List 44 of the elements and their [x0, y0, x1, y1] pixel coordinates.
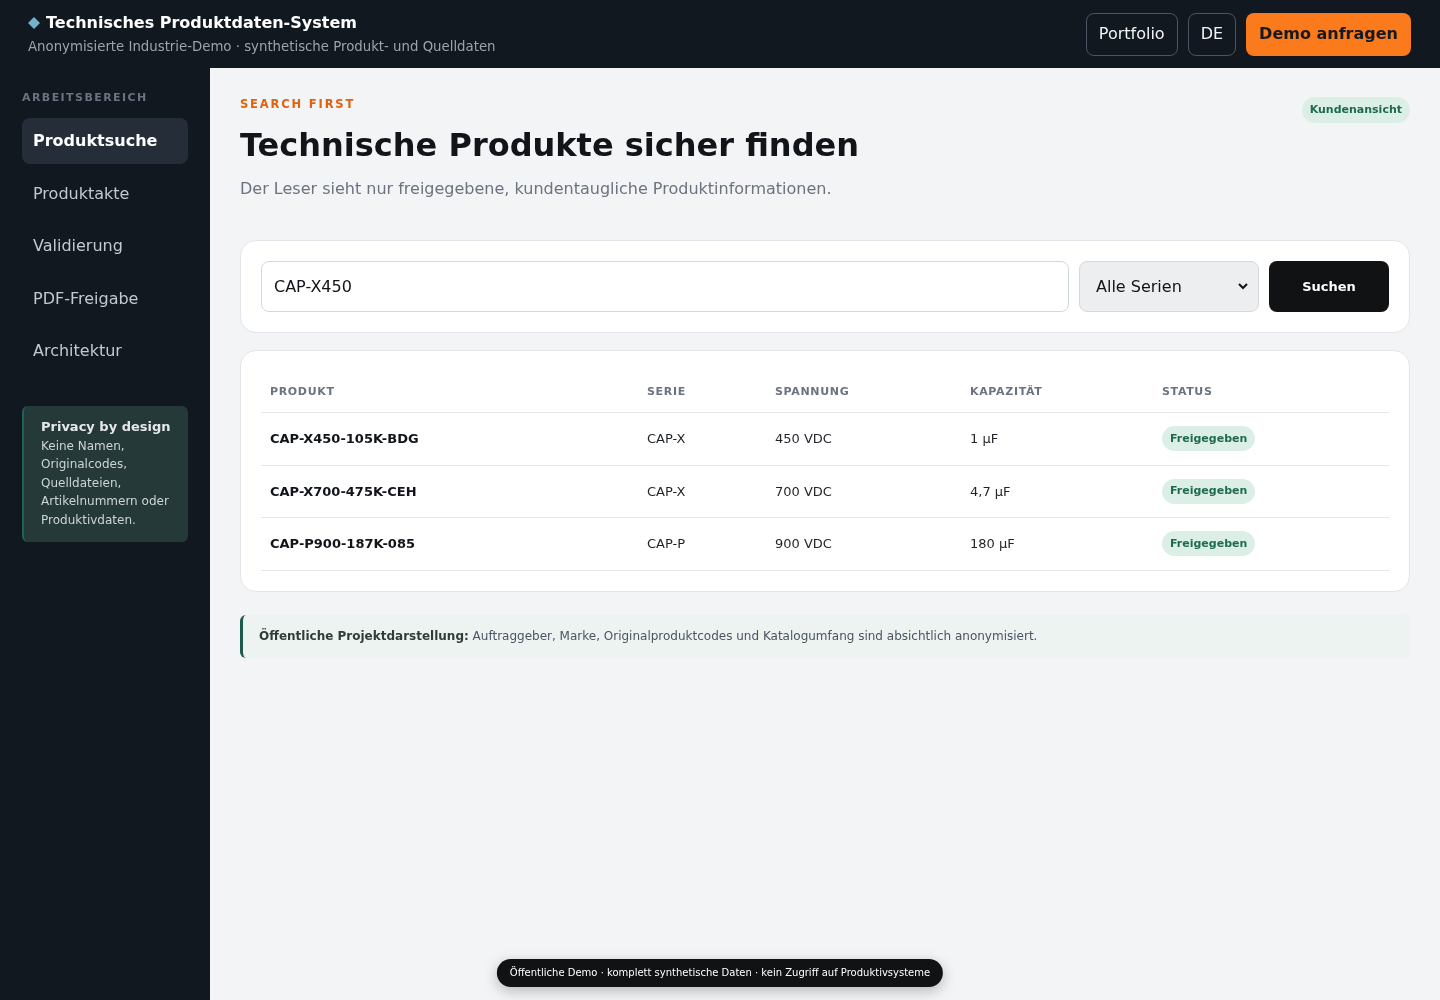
product-cell-text: CAP-P900-187K-085	[269, 535, 416, 553]
diamond-icon	[28, 17, 40, 29]
page-title: Technische Produkte sicher finden	[240, 125, 860, 166]
card-title: Privacy by design	[41, 418, 172, 436]
table-cell-text: CAP-P	[646, 535, 687, 553]
table-cell-text: CAP-X	[646, 430, 687, 448]
table-cell-text: 450 VDC	[774, 430, 833, 448]
search-button[interactable]: Suchen	[1269, 261, 1389, 312]
app-title: Technisches Produktdaten-System	[46, 12, 357, 34]
status-badge: Freigegeben	[1162, 478, 1256, 504]
column-header: PRODUKT	[269, 384, 336, 399]
header-button[interactable]: DE	[1187, 12, 1237, 56]
eyebrow-label: SEARCH FIRST	[240, 96, 357, 112]
status-badge: Freigegeben	[1162, 426, 1256, 452]
section-label: ARBEITSBEREICH	[22, 91, 149, 105]
status-badge: Freigegeben	[1162, 531, 1256, 557]
table-cell-text: 180 µF	[969, 535, 1016, 553]
nav-item[interactable]: Architektur	[22, 328, 188, 374]
table-cell-text: 4,7 µF	[969, 482, 1012, 501]
nav-item[interactable]: Produktakte	[22, 170, 188, 217]
view-badge: Kundenansicht	[1301, 97, 1410, 123]
product-cell-text: CAP-X700-475K-CEH	[269, 482, 418, 501]
table-cell-text: 1 µF	[969, 430, 1000, 448]
column-header: STATUS	[1161, 384, 1214, 399]
app-subtitle: Anonymisierte Industrie-Demo · synthetische Produkt- und Quelldaten	[28, 38, 496, 56]
column-header: SPANNUNG	[774, 384, 851, 399]
table-cell-text: 700 VDC	[774, 482, 833, 501]
nav-item[interactable]: PDF-Freigabe	[22, 275, 188, 322]
table-cell-text: CAP-X	[646, 482, 687, 501]
table-cell-text: 900 VDC	[774, 535, 833, 553]
column-header: KAPAZITÄT	[969, 384, 1044, 399]
page-subtitle: Der Leser sieht nur freigegebene, kundentaugliche Produktinformationen.	[240, 178, 833, 200]
nav-item[interactable]: Validierung	[22, 223, 188, 269]
search-field[interactable]: CAP-X450	[261, 261, 1069, 312]
column-header: SERIE	[646, 384, 687, 399]
product-cell-text: CAP-X450-105K-BDG	[269, 430, 420, 448]
demo-request-button[interactable]: Demo anfragen	[1246, 12, 1411, 56]
series-select[interactable]: Alle Serien	[1079, 261, 1259, 312]
header-button[interactable]: Portfolio	[1085, 12, 1178, 56]
card-text: Keine Namen, Originalcodes, Quelldateien, Artikelnummern oder Produktivdaten.	[41, 437, 170, 529]
chevron-down-icon	[1238, 283, 1248, 290]
nav-item[interactable]: Produktsuche	[22, 118, 188, 164]
demo-banner: Öffentliche Demo · komplett synthetische Daten · kein Zugriff auf Produktivsysteme	[496, 959, 944, 987]
notice-text: Öffentliche Projektdarstellung: Auftraggeber, Marke, Originalproduktcodes und Katalogumfang sind absichtlich anonymisiert.	[259, 628, 1038, 644]
